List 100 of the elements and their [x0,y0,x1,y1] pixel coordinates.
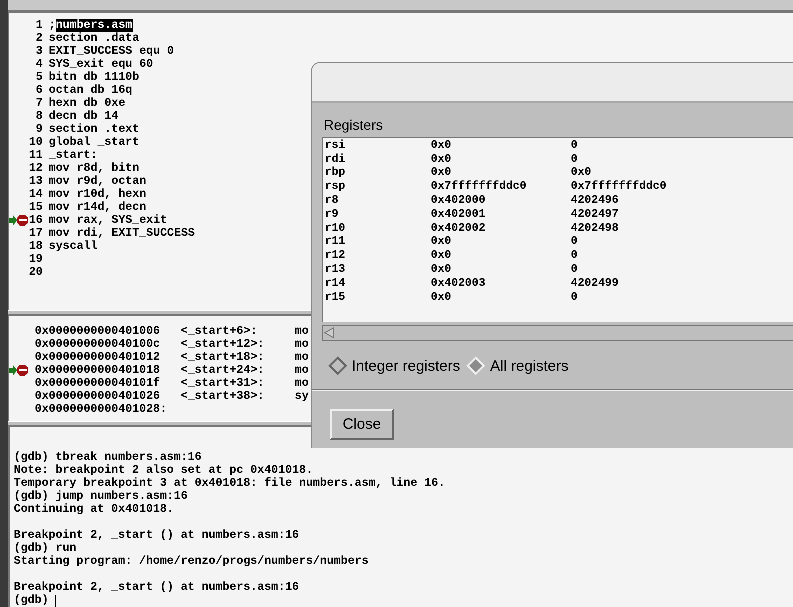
code-line: decn db 14 [49,110,119,123]
instruction: mo [295,338,309,351]
console-line: (gdb) tbreak numbers.asm:16 [14,451,202,464]
code-line: EXIT_SUCCESS equ 0 [49,44,174,58]
hex-value: 0x402000 [431,195,487,208]
address: 0x0000000000401012 [35,350,162,364]
close-button[interactable]: Close [330,409,394,440]
registers-label: Registers [324,116,384,134]
code-line: mov r10d, hexn [49,188,146,201]
code-line: SYS_exit equ 60 [49,58,154,71]
console-line: Starting program: /home/renzo/progs/numbers/numbers [14,555,369,568]
code-line: hexn db 0xe [49,96,126,110]
register-name: r15 [324,292,347,304]
text-cursor [54,594,56,607]
instruction: sy [295,390,309,403]
natural-value: 0 [571,154,578,166]
natural-value: 0 [571,264,578,276]
hex-value: 0x402002 [431,222,487,235]
code-line: global _start [49,136,140,149]
natural-value: 0x7fffffffddc0 [571,181,667,194]
natural-value: 4202496 [571,195,619,208]
line-number: 10 [28,136,43,149]
register-name: r10 [324,222,347,235]
register-name: rsp [324,181,347,194]
console-line: (gdb) jump numbers.asm:16 [14,490,188,504]
line-number: 7 [35,96,43,110]
instruction: mo [295,350,309,364]
console-line: (gdb) run [14,542,77,556]
line-number: 16 [28,214,43,227]
natural-value: 0 [571,292,578,304]
address: 0x0000000000401006 [35,324,162,338]
register-name: r12 [324,250,347,262]
instruction: mo [295,376,309,390]
code-line: mov rax, SYS_exit [49,214,168,227]
console-line: Note: breakpoint 2 also set at pc 0x401018. [14,464,314,478]
offset-label: <_start+12>: [181,338,266,351]
horizontal-scrollbar[interactable] [322,325,793,341]
console-line: Breakpoint 2, _start () at numbers.asm:16 [14,581,300,594]
line-number: 6 [35,84,43,97]
register-name: r11 [324,236,347,248]
instruction: mo [295,324,309,338]
hex-value: 0x0 [431,236,453,248]
hex-value: 0x0 [431,167,453,180]
line-number: 20 [28,266,43,279]
line-number: 18 [28,240,43,253]
register-name: rbp [324,167,347,180]
address: 0x0000000000401018 [35,364,162,377]
natural-value: 0x0 [571,167,592,180]
natural-value: 4202498 [571,222,619,235]
code-line: octan db 16q [49,84,132,97]
line-number: 13 [28,174,43,188]
address: 0x000000000040100c [35,338,162,351]
code-line: section .text [49,122,140,136]
line-number: 4 [35,58,43,71]
register-name: rsi [324,140,347,152]
code-line: mov r9d, octan [49,174,146,188]
code-line: mov r14d, decn [49,200,146,214]
hex-value: 0x0 [431,264,453,276]
address: 0x0000000000401026 [35,390,162,403]
hex-value: 0x402001 [431,208,487,221]
line-number: 2 [35,32,43,45]
line-number: 3 [35,44,43,58]
hex-value: 0x402003 [431,278,487,290]
line-number: 12 [28,162,43,175]
line-number: 14 [28,188,43,201]
hex-value: 0x7fffffffddc0 [431,181,528,194]
code-line: mov r8d, bitn [49,162,140,175]
code-line: mov rdi, EXIT_SUCCESS [49,226,196,240]
code-line: section .data [49,32,140,45]
natural-value: 4202499 [571,278,619,290]
code-line: bitn db 1110b [49,70,140,84]
instruction: mo [295,364,309,377]
hex-value: 0x0 [431,292,453,304]
register-name: r9 [324,208,340,221]
radio-option[interactable]: All registers [466,356,569,376]
offset-label: <_start+18>: [181,350,266,364]
register-name: r13 [324,264,347,276]
line-number: 17 [28,226,43,240]
offset-label: <_start+6>: [181,324,259,338]
line-number: 9 [35,122,43,136]
register-name: rdi [324,154,347,166]
line-number: 11 [28,148,43,162]
hex-value: 0x0 [431,140,453,152]
console-line: Breakpoint 2, _start () at numbers.asm:16 [14,529,300,542]
radio-option[interactable]: Integer registers [328,356,460,376]
console-line: Continuing at 0x401018. [14,503,174,516]
address: 0x000000000040101f [35,376,162,390]
line-number: 15 [28,200,43,214]
address: 0x0000000000401028: [35,402,168,416]
hex-value: 0x0 [431,154,453,166]
register-name: r8 [324,195,340,208]
offset-label: <_start+38>: [181,390,266,403]
code-line: _start: [49,148,98,162]
console-line: Temporary breakpoint 3 at 0x401018: file numbers.asm, line 16. [14,477,446,490]
natural-value: 0 [571,236,578,248]
code-line: syscall [49,240,98,253]
register-name: r14 [324,278,347,290]
natural-value: 4202497 [571,208,619,221]
scroll-left-arrow-icon[interactable] [323,327,337,339]
offset-label: <_start+24>: [181,364,266,377]
